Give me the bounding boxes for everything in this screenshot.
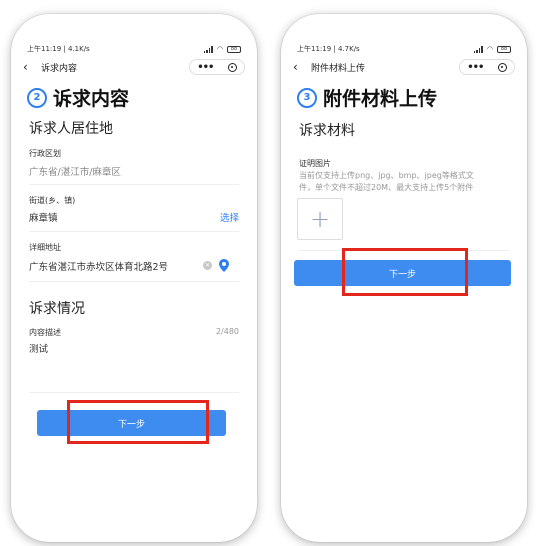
step-number: 2 [27,87,47,108]
divider [29,231,239,232]
signal-icon [203,45,213,53]
more-icon[interactable]: ••• [197,62,214,73]
divider [29,281,239,282]
page-title: 附件材料上传 [323,88,438,110]
section-title-materials: 诉求材料 [299,123,355,139]
district-field[interactable]: 广东省/湛江市/麻章区 [29,164,121,178]
address-label: 详细地址 [29,243,61,252]
step-header: 3 附件材料上传 [297,84,437,111]
phone-screen-attachments: 上午11:19 | 4.7K/s ◠ 88 ‹ 附件材料上传 ••• 3 附件材… [281,14,527,542]
back-arrow-icon[interactable]: ‹ [23,60,37,74]
divider [29,392,239,393]
highlight-box [342,248,468,296]
phone-screen-appeal-content: 上午11:19 | 4.1K/s ◠ 88 ‹ 诉求内容 ••• 2 诉求内容 … [11,14,257,542]
upload-hint: 当前仅支持上传png、jpg、bmp、jpeg等格式文 件，单个文件不超过20M… [299,171,474,192]
highlight-box [67,400,209,444]
district-label: 行政区划 [29,149,61,158]
close-target-icon[interactable] [227,62,237,72]
street-field[interactable]: 麻章镇 [29,210,58,224]
location-pin-icon[interactable] [219,259,229,272]
section-title-situation: 诉求情况 [29,301,85,317]
address-field[interactable]: 广东省湛江市赤坎区体育北路2号 [29,259,168,273]
street-label: 街道(乡、镇) [29,196,76,205]
status-time: 上午11:19 | 4.1K/s [27,45,90,53]
street-select-link[interactable]: 选择 [220,210,239,224]
battery-icon: 88 [497,45,511,53]
mini-program-capsule: ••• [459,59,515,75]
wifi-icon: ◠ [486,45,493,53]
nav-title: 附件材料上传 [311,63,366,74]
status-bar: 上午11:19 | 4.7K/s ◠ 88 [297,43,511,55]
nav-bar: ‹ 附件材料上传 ••• [293,58,515,76]
photo-label: 证明图片 [299,159,331,168]
divider [29,184,239,185]
more-icon[interactable]: ••• [467,62,484,73]
status-bar: 上午11:19 | 4.1K/s ◠ 88 [27,43,241,55]
page-title: 诉求内容 [53,88,130,110]
description-label: 内容描述 [29,328,61,337]
clear-icon[interactable]: ✕ [203,261,212,270]
description-counter: 2/480 [215,327,239,336]
signal-icon [473,45,483,53]
back-arrow-icon[interactable]: ‹ [293,60,307,74]
nav-title: 诉求内容 [41,63,78,74]
step-number: 3 [297,87,317,108]
step-header: 2 诉求内容 [27,84,129,111]
section-title-residence: 诉求人居住地 [29,121,113,137]
nav-bar: ‹ 诉求内容 ••• [23,58,245,76]
wifi-icon: ◠ [216,45,223,53]
upload-image-button[interactable]: + [297,198,343,240]
description-textarea[interactable]: 测试 [29,341,48,355]
close-target-icon[interactable] [497,62,507,72]
battery-icon: 88 [227,45,241,53]
status-time: 上午11:19 | 4.7K/s [297,45,360,53]
mini-program-capsule: ••• [189,59,245,75]
plus-icon: + [309,205,331,233]
